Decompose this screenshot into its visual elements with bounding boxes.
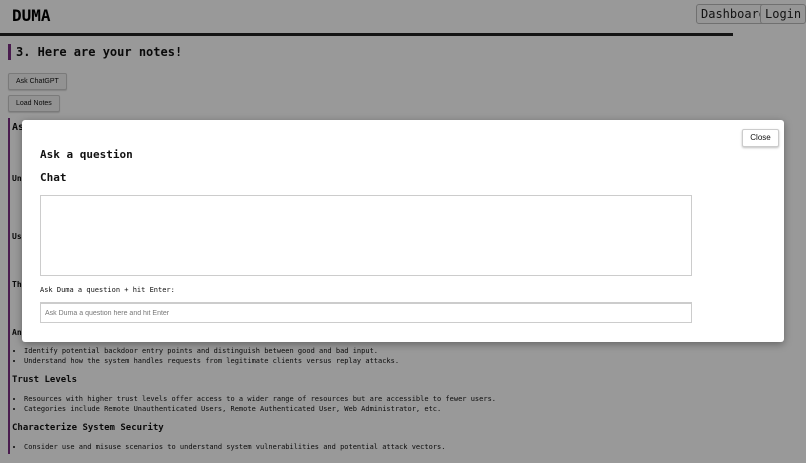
question-prompt-label: Ask Duma a question + hit Enter:: [40, 286, 175, 294]
question-input[interactable]: [40, 302, 692, 323]
chat-heading: Chat: [40, 171, 67, 184]
close-button[interactable]: Close: [742, 129, 779, 147]
ask-question-modal: Close Ask a question Chat Ask Duma a que…: [22, 120, 784, 342]
modal-title: Ask a question: [40, 148, 133, 161]
chat-history-area[interactable]: [40, 195, 692, 276]
